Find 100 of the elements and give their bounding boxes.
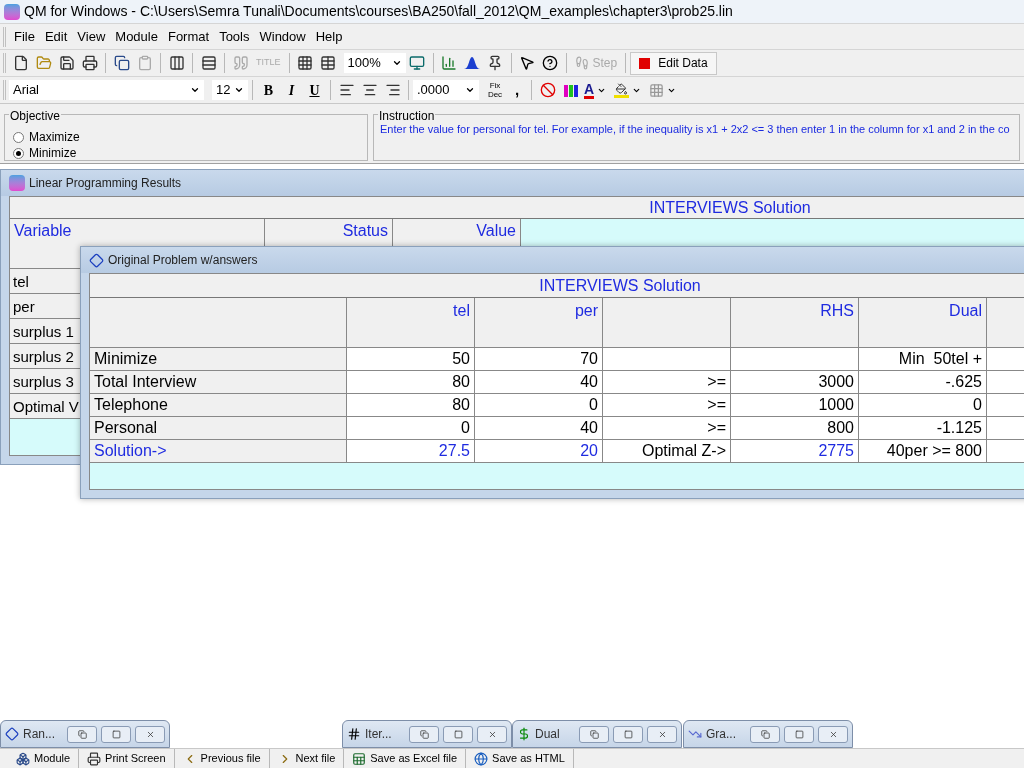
minimized-window[interactable]: Ran...	[0, 720, 170, 748]
menu-item[interactable]: Format	[162, 26, 215, 47]
minimized-window[interactable]: Iter...	[342, 720, 512, 748]
maximize-button[interactable]	[101, 725, 131, 743]
window-title: Dual	[535, 726, 561, 743]
maximize-icon	[623, 729, 633, 739]
row-label: Total Interview	[90, 371, 347, 394]
bottom-toolbar-button[interactable]: Save as HTML	[470, 749, 569, 768]
quote-icon	[232, 55, 249, 71]
help-icon	[542, 55, 558, 71]
menu-item[interactable]: Window	[254, 26, 311, 47]
globe-icon	[474, 751, 489, 766]
menu-item[interactable]: Edit	[39, 26, 73, 47]
menu-item[interactable]: Help	[310, 26, 348, 47]
zoom-combo[interactable]: 100%	[343, 53, 406, 73]
window-title: Linear Programming Results	[29, 175, 182, 192]
number-format-combo[interactable]: .0000	[413, 80, 479, 100]
copy-icon	[113, 55, 130, 71]
italic-button[interactable]: I	[280, 79, 303, 101]
column-header: Dual	[859, 298, 987, 348]
font-size-combo[interactable]: 12	[212, 80, 248, 100]
dollar-icon	[517, 727, 531, 741]
bottom-toolbar-button[interactable]: Previous file	[178, 749, 265, 768]
row-label: Minimize	[90, 348, 347, 371]
row-label: Personal	[90, 417, 347, 440]
table-cell: 2775	[731, 440, 859, 463]
maximize-button[interactable]	[613, 725, 643, 743]
menu-item[interactable]: View	[72, 26, 111, 47]
table-cell: Optimal Z->	[603, 440, 731, 463]
maximize-icon	[794, 729, 804, 739]
bold-button[interactable]: B	[257, 79, 280, 101]
window-title: Iter...	[365, 726, 393, 743]
comma-button[interactable]: ,	[507, 78, 527, 102]
table-cell: 1000	[731, 394, 859, 417]
app-logo-icon	[4, 3, 20, 20]
window-title: Ran...	[23, 726, 56, 743]
row-label: Solution->	[90, 440, 347, 463]
minimized-window[interactable]: Gra...	[683, 720, 853, 748]
table-cell: 80	[347, 371, 475, 394]
radio-option[interactable]: Maximize	[13, 129, 367, 145]
close-icon	[487, 729, 497, 739]
paint-bucket-icon	[614, 82, 630, 98]
table-cell: 0	[347, 417, 475, 440]
restore-button[interactable]	[67, 725, 97, 743]
footprints-icon	[574, 56, 589, 70]
table-cell: 40	[475, 417, 603, 440]
row-label: Telephone	[90, 394, 347, 417]
column-header: RHS	[731, 298, 859, 348]
table-cell: >=	[603, 417, 731, 440]
restore-button[interactable]	[750, 725, 780, 743]
monitor-icon	[409, 55, 425, 71]
grid-icon	[347, 727, 361, 741]
radio-option[interactable]: Minimize	[13, 145, 367, 161]
column-header: tel	[347, 298, 475, 348]
underline-button[interactable]: U	[303, 79, 326, 101]
table-cell: 80	[347, 394, 475, 417]
font-combo[interactable]: Arial	[9, 80, 204, 100]
edit-data-button[interactable]: Edit Data	[630, 51, 717, 75]
menu-item[interactable]: File	[9, 26, 40, 47]
close-icon	[828, 729, 838, 739]
bottom-toolbar-button[interactable]: Save as Excel file	[348, 749, 462, 768]
rows-icon	[200, 55, 217, 71]
restore-button[interactable]	[579, 725, 609, 743]
columns-icon	[168, 55, 185, 71]
maximize-icon	[111, 729, 121, 739]
instruction-text: Enter the value for personal for tel. For example, if the inequality is x1 + 2x2 <= 3 then enter 1 in the column for x1 and 2 in the co	[380, 122, 1010, 137]
table-cell: 0	[859, 394, 987, 417]
bottom-toolbar-button[interactable]: Print Screen	[83, 749, 170, 768]
table-cell: 800	[731, 417, 859, 440]
table-cell: 27.5	[347, 440, 475, 463]
restore-icon	[77, 729, 87, 739]
printer-icon	[81, 55, 98, 71]
bottom-toolbar-button[interactable]: Next file	[273, 749, 340, 768]
dropdown-icon	[234, 85, 244, 95]
menu-item[interactable]: Tools	[214, 26, 255, 47]
printer-icon	[87, 751, 102, 766]
table-cell: Min 50tel +	[859, 348, 987, 371]
modules-icon	[16, 751, 30, 766]
pin-icon	[487, 55, 503, 71]
table-cell: 40per >= 800	[859, 440, 987, 463]
paste-icon	[136, 55, 153, 71]
open-folder-icon	[35, 55, 52, 71]
window-title: Original Problem w/answers	[108, 252, 258, 269]
table-cell: 50	[347, 348, 475, 371]
fix-decimals-button[interactable]: Fix Dec	[483, 81, 507, 99]
table-cell: >=	[603, 371, 731, 394]
bottom-toolbar-button[interactable]: Module	[12, 749, 75, 768]
dropdown-icon	[465, 85, 475, 95]
window-title: QM for Windows - C:\Users\Semra Tunali\Documents\courses\BA250\fall_2012\QM_examples\chapter3\prob25.lin	[24, 2, 733, 21]
table-cell: 20	[475, 440, 603, 463]
table-cell: 0	[475, 394, 603, 417]
minimized-window[interactable]: Dual	[512, 720, 682, 748]
font-color-button[interactable]: A	[582, 78, 609, 102]
solution-heading: INTERVIEWS Solution	[539, 275, 701, 296]
app-logo-icon	[9, 175, 25, 191]
menu-item[interactable]: Module	[110, 26, 163, 47]
restore-button[interactable]	[409, 725, 439, 743]
help-pointer-icon	[519, 55, 535, 71]
maximize-button[interactable]	[443, 725, 473, 743]
maximize-button[interactable]	[784, 725, 814, 743]
